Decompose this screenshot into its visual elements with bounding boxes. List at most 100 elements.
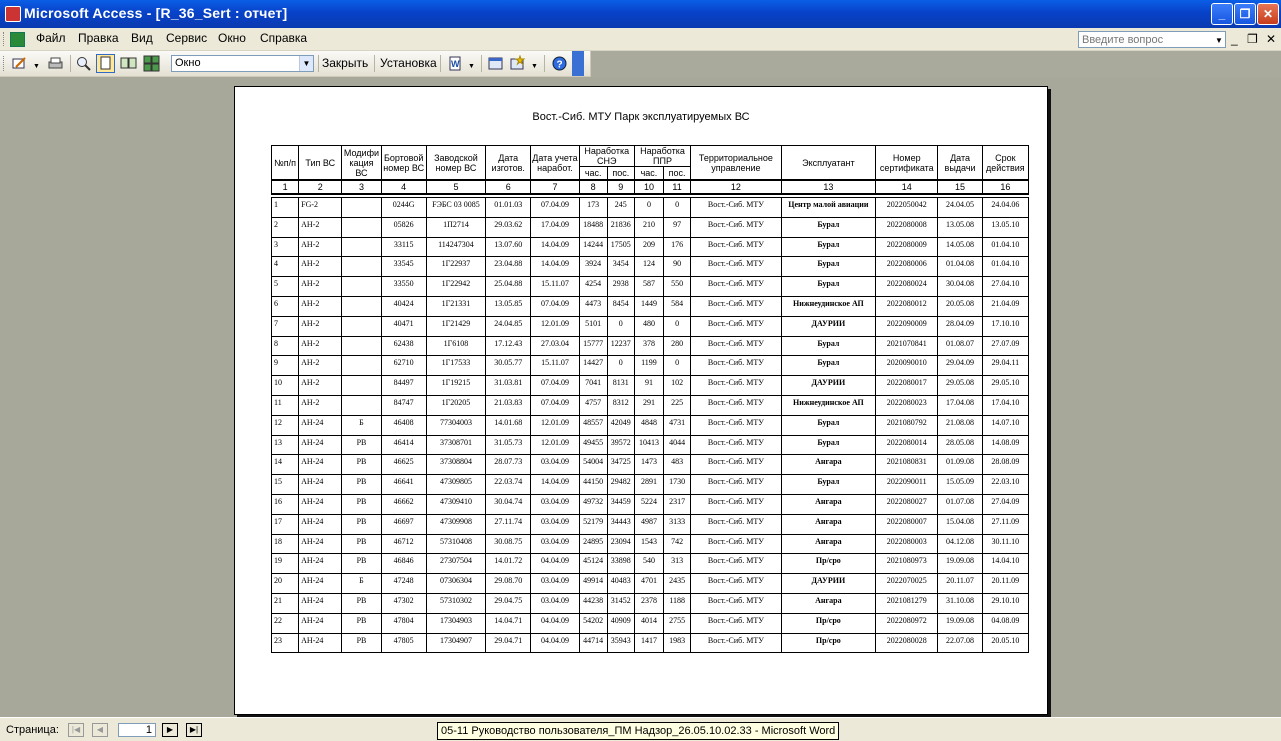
mdi-restore-button[interactable]: ❐ <box>1247 32 1258 46</box>
one-page-icon[interactable] <box>96 54 115 73</box>
table-cell: Вост.-Сиб. МТУ <box>690 414 782 436</box>
table-cell: АН-24 <box>298 573 343 594</box>
table-cell: Бурал <box>780 276 877 297</box>
prev-page-button[interactable]: ◀ <box>92 723 108 737</box>
toolbar-grip[interactable] <box>3 56 7 71</box>
table-cell: 14.04.09 <box>530 236 580 258</box>
database-window-icon[interactable] <box>486 54 505 73</box>
close-window-button[interactable]: ✕ <box>1257 3 1279 25</box>
table-cell: Вост.-Сиб. МТУ <box>690 295 782 317</box>
table-cell: 25.04.88 <box>485 276 532 297</box>
view-mode-select[interactable]: Окно ▼ <box>171 55 314 72</box>
table-cell: 30.04.08 <box>937 276 983 297</box>
table-cell: 29.04.11 <box>981 355 1030 377</box>
print-icon[interactable] <box>46 54 65 73</box>
table-cell: 29.08.70 <box>485 573 532 594</box>
table-cell: 0244G <box>380 197 427 218</box>
minimize-button[interactable]: _ <box>1211 3 1233 25</box>
column-number: 2 <box>298 179 343 195</box>
table-cell: 40471 <box>380 315 427 337</box>
menu-edit[interactable]: Правка <box>78 31 119 45</box>
chevron-down-icon[interactable]: ▼ <box>1213 32 1225 47</box>
table-cell: 245 <box>606 197 635 218</box>
table-cell: 01.04.10 <box>981 236 1030 258</box>
help-icon[interactable]: ? <box>550 54 569 73</box>
column-number: 8 <box>578 179 608 195</box>
table-cell: 11 <box>270 394 300 416</box>
table-cell: 39572 <box>606 434 635 456</box>
next-page-button[interactable]: ▶ <box>162 723 178 737</box>
menu-tools[interactable]: Сервис <box>166 31 207 45</box>
table-row: 3 АН-2 33115 114247304 13.07.60 14.04.09 14244… <box>270 236 1030 258</box>
close-preview-button[interactable]: Закрыть <box>322 56 368 70</box>
table-cell: 0 <box>633 197 665 218</box>
new-object-dropdown-icon[interactable]: ▼ <box>528 54 540 73</box>
two-pages-icon[interactable] <box>119 54 138 73</box>
design-view-dropdown-icon[interactable]: ▼ <box>30 54 42 73</box>
table-cell: 2317 <box>663 493 692 515</box>
table-cell: 14.01.68 <box>485 414 532 436</box>
table-cell: 16 <box>270 493 300 515</box>
page-setup-button[interactable]: Установка <box>380 56 437 70</box>
design-view-icon[interactable] <box>10 54 29 73</box>
svg-text:?: ? <box>557 60 563 71</box>
table-cell: РВ <box>341 632 382 654</box>
menu-file[interactable]: Файл <box>36 31 66 45</box>
table-cell: 13 <box>270 434 300 456</box>
chevron-down-icon[interactable]: ▼ <box>299 56 313 71</box>
access-app-icon[interactable] <box>5 6 21 22</box>
table-cell <box>341 375 382 396</box>
table-row: 18 АН-24 РВ 46712 57310408 30.08.75 03.04.09 24… <box>270 533 1030 555</box>
table-cell: 15777 <box>578 335 608 357</box>
table-cell: 2022080007 <box>875 513 939 535</box>
taskbar-tooltip: 05-11 Руководство пользователя_ПМ Надзор… <box>437 722 840 740</box>
table-cell <box>341 276 382 297</box>
table-cell: 47309410 <box>425 493 487 515</box>
header-operator: Эксплуатант <box>780 145 877 181</box>
table-cell: 90 <box>663 256 692 278</box>
header-since-new: Наработка СНЭ <box>578 145 635 167</box>
menu-grip[interactable] <box>3 32 7 46</box>
table-cell: 2022050042 <box>875 197 939 218</box>
multiple-pages-icon[interactable] <box>142 54 161 73</box>
menu-help[interactable]: Справка <box>260 31 307 45</box>
table-cell: 27.04.09 <box>981 493 1030 515</box>
last-page-button[interactable]: ▶| <box>186 723 202 737</box>
table-cell: 29.04.09 <box>937 355 983 377</box>
toolbar-separator <box>544 55 545 72</box>
column-number: 13 <box>780 179 877 195</box>
column-number: 11 <box>663 179 692 195</box>
report-doc-icon[interactable] <box>10 32 25 47</box>
table-cell: 2435 <box>663 573 692 594</box>
table-cell: АН-24 <box>298 434 343 456</box>
table-cell: 483 <box>663 454 692 476</box>
table-cell: 14.04.10 <box>981 553 1030 575</box>
table-cell: 8454 <box>606 295 635 317</box>
zoom-icon[interactable] <box>74 54 93 73</box>
mdi-minimize-button[interactable]: _ <box>1231 32 1238 46</box>
mdi-close-button[interactable]: ✕ <box>1266 32 1276 46</box>
table-cell: 03.04.09 <box>530 493 580 515</box>
table-cell: РВ <box>341 592 382 614</box>
export-dropdown-icon[interactable]: ▼ <box>465 54 477 73</box>
header-acct: Дата учета наработ. <box>530 145 580 181</box>
page-number-input[interactable]: 1 <box>118 723 156 737</box>
table-cell: FЭБС 03 0085 <box>425 197 487 218</box>
table-cell: 12.01.09 <box>530 315 580 337</box>
word-export-icon[interactable]: W <box>446 54 465 73</box>
menu-window[interactable]: Окно <box>218 31 246 45</box>
table-row: 6 АН-2 40424 1Г21331 13.05.85 07.04.09 4473 845… <box>270 295 1030 317</box>
table-cell: 01.07.08 <box>937 493 983 515</box>
first-page-button[interactable]: |◀ <box>68 723 84 737</box>
table-cell: 49732 <box>578 493 608 515</box>
table-cell: 2022080003 <box>875 533 939 555</box>
table-cell: 1449 <box>633 295 665 317</box>
new-object-icon[interactable] <box>508 54 527 73</box>
toolbar-options-icon[interactable] <box>572 51 584 76</box>
table-cell: 03.04.09 <box>530 592 580 614</box>
table-row: 9 АН-2 62710 1Г17533 30.05.77 15.11.07 14427 0 1… <box>270 355 1030 377</box>
maximize-button[interactable]: ❐ <box>1234 3 1256 25</box>
table-cell: Ангара <box>780 493 877 515</box>
ask-question-input[interactable]: Введите вопрос ▼ <box>1078 31 1226 48</box>
menu-view[interactable]: Вид <box>131 31 153 45</box>
